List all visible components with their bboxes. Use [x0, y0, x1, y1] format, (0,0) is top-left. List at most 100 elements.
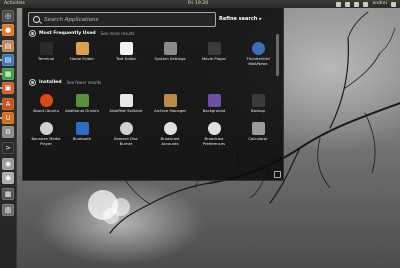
system-settings-glyph: ⚙	[4, 128, 12, 136]
app-launcher-item[interactable]: Text Editor	[109, 42, 143, 62]
ubuntu-one-icon[interactable]: U	[2, 112, 14, 124]
cards-icon	[119, 94, 133, 107]
app-launcher-item[interactable]: Broadcast Preferences	[197, 122, 231, 146]
libreoffice-writer-icon[interactable]: ▤	[2, 54, 14, 66]
app-launcher-item[interactable]: Backup	[241, 94, 275, 114]
libreoffice-impress-icon[interactable]: ▣	[2, 82, 14, 94]
firefox-icon[interactable]: ●	[2, 24, 14, 36]
app-label: Home Folder	[69, 56, 95, 61]
see-more-results-link[interactable]: See more results	[101, 31, 135, 36]
running-indicator	[0, 103, 2, 105]
software-center-icon[interactable]: A	[2, 98, 14, 110]
movie-player-icon	[207, 42, 221, 55]
running-indicator	[0, 73, 2, 75]
background-icon	[207, 94, 221, 107]
running-indicator	[0, 117, 2, 119]
app-label: Text Editor	[115, 56, 137, 61]
app-launcher-item[interactable]: Banshee Media Player	[29, 122, 63, 146]
running-indicator	[0, 59, 2, 61]
disk-glyph: ◉	[4, 160, 12, 168]
disk-icon-2[interactable]: ◉	[2, 172, 14, 184]
app-launcher-item[interactable]: AisleRiot Solitaire	[109, 94, 143, 114]
resize-handle[interactable]	[274, 171, 281, 178]
app-label: Terminal	[37, 56, 55, 61]
refine-search-label: Refine search	[219, 16, 258, 22]
network-icon[interactable]	[345, 2, 351, 7]
gear-icon	[163, 42, 177, 55]
terminal-icon	[39, 42, 53, 55]
workspace-switcher-icon[interactable]: ▦	[2, 188, 14, 200]
app-launcher-item[interactable]: Brasero Disc Burner	[109, 122, 143, 146]
app-launcher-item[interactable]: System Settings	[153, 42, 187, 62]
files-icon[interactable]: ▤	[2, 40, 14, 52]
app-label: Bluetooth	[72, 136, 92, 141]
app-label: Broadcast Accounts	[160, 136, 180, 146]
mail-icon[interactable]	[336, 2, 342, 7]
app-launcher-item[interactable]: Archive Manager	[153, 94, 187, 114]
app-launcher-item[interactable]: Terminal	[29, 42, 63, 62]
dash-panel: Refine search▸ Most Frequently Used See …	[22, 8, 284, 181]
clock[interactable]: Fri 19:20	[188, 0, 208, 8]
system-tray: andrei	[336, 0, 396, 8]
power-icon[interactable]	[391, 2, 396, 7]
libreoffice-writer-glyph: ▤	[4, 56, 12, 64]
search-icon	[33, 16, 40, 23]
trash-icon[interactable]: ▥	[2, 204, 14, 216]
volume-icon[interactable]	[354, 2, 360, 7]
battery-icon[interactable]	[363, 2, 369, 7]
app-launcher-item[interactable]: Calculator	[241, 122, 275, 142]
app-label: System Settings	[154, 56, 186, 61]
launcher: ◎ ● ▤ ▤ ▦ ▣ A U ⚙ > ◉ ◉ ▦ ▥	[0, 8, 17, 268]
libreoffice-calc-glyph: ▦	[4, 70, 12, 78]
search-box[interactable]	[28, 12, 216, 27]
scrollbar[interactable]	[276, 34, 279, 76]
activities-button[interactable]: Activities	[4, 0, 25, 8]
app-label: AisleRiot Solitaire	[109, 108, 143, 113]
ubuntu-icon	[39, 94, 53, 107]
app-label: Background	[202, 108, 226, 113]
firefox-glyph: ●	[4, 26, 12, 34]
software-center-glyph: A	[5, 100, 11, 108]
search-input[interactable]	[44, 16, 194, 23]
top-panel: Activities Fri 19:20 andrei	[0, 0, 400, 8]
recent-icon	[29, 30, 36, 37]
app-launcher-item[interactable]: Thunderbird Mail/News	[241, 42, 275, 66]
section-header-frequent: Most Frequently Used See more results	[29, 30, 134, 37]
disk-icon[interactable]: ◉	[2, 158, 14, 170]
app-launcher-item[interactable]: Home Folder	[65, 42, 99, 62]
running-indicator	[0, 29, 2, 31]
disc-icon	[119, 122, 133, 135]
thunderbird-icon	[251, 42, 265, 55]
chevron-right-icon: ▸	[259, 16, 262, 22]
libreoffice-impress-glyph: ▣	[4, 84, 12, 92]
files-glyph: ▤	[4, 42, 12, 50]
home-folder-icon	[75, 42, 89, 55]
calculator-icon	[251, 122, 265, 135]
app-label: Broadcast Preferences	[202, 136, 226, 146]
app-label: Thunderbird Mail/News	[246, 56, 270, 66]
user-name[interactable]: andrei	[372, 0, 387, 8]
dash-home-icon[interactable]: ◎	[2, 10, 14, 22]
app-launcher-item[interactable]: Broadcast Accounts	[153, 122, 187, 146]
disk-glyph: ◉	[4, 174, 12, 182]
libreoffice-calc-icon[interactable]: ▦	[2, 68, 14, 80]
app-launcher-item[interactable]: Movie Player	[197, 42, 231, 62]
app-label: Calculator	[248, 136, 268, 141]
section-header-installed: Installed See fewer results	[29, 79, 101, 86]
system-settings-icon[interactable]: ⚙	[2, 126, 14, 138]
app-launcher-item[interactable]: Bluetooth	[65, 122, 99, 142]
installed-icon	[29, 79, 36, 86]
see-fewer-results-link[interactable]: See fewer results	[67, 80, 102, 85]
app-label: Additional Drivers	[65, 108, 99, 113]
running-indicator	[0, 87, 2, 89]
refine-search-button[interactable]: Refine search ▸	[219, 16, 262, 22]
dash-home-glyph: ◎	[4, 12, 12, 20]
archive-icon	[163, 94, 177, 107]
terminal-icon[interactable]: >	[2, 142, 14, 154]
app-launcher-item[interactable]: About Ubuntu	[29, 94, 63, 114]
broadcast-prefs-icon	[207, 122, 221, 135]
app-launcher-item[interactable]: Background	[197, 94, 231, 114]
section-title: Installed	[39, 80, 62, 85]
trash-glyph: ▥	[4, 206, 12, 214]
app-launcher-item[interactable]: Additional Drivers	[65, 94, 99, 114]
